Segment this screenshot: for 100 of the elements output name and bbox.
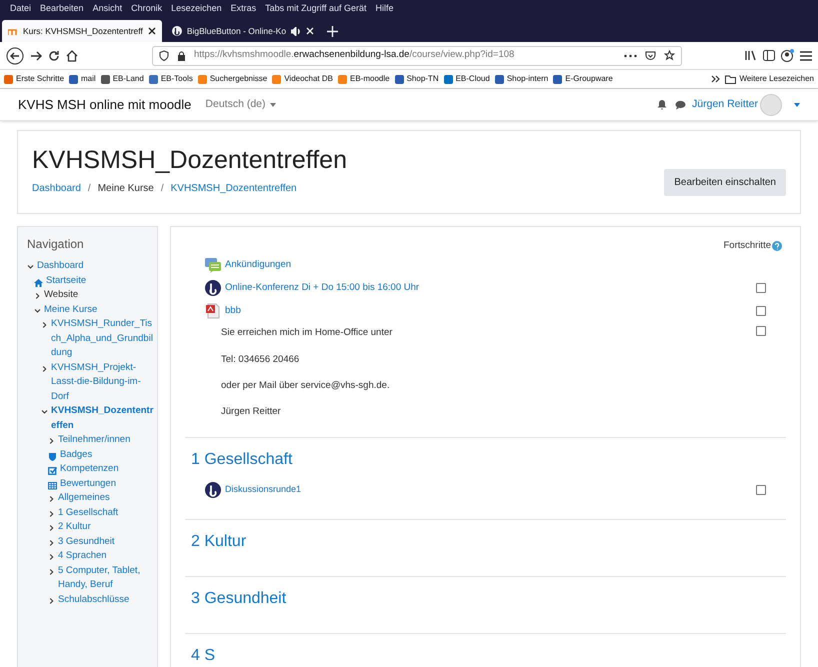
- menu-item[interactable]: Tabs mit Zugriff auf Gerät: [265, 2, 367, 16]
- chevron-icon[interactable]: [48, 437, 55, 445]
- chevron-icon[interactable]: [48, 495, 55, 503]
- nav-item[interactable]: KVHSMSH_Projekt-Lasst-die-Bildung-im-Dorf: [51, 360, 155, 404]
- home-icon[interactable]: [66, 50, 78, 62]
- bookmark[interactable]: E-Groupware: [553, 73, 613, 85]
- browser-tab[interactable]: Kurs: KVHSMSH_Dozententreff: [2, 20, 162, 42]
- forward-icon[interactable]: [30, 50, 42, 62]
- menu-item[interactable]: Hilfe: [376, 2, 394, 16]
- bookmark[interactable]: Shop-TN: [394, 73, 439, 85]
- star-icon[interactable]: [664, 50, 675, 61]
- chevron-icon[interactable]: [48, 524, 55, 532]
- nav-item[interactable]: KVHSMSH_Dozententreffen: [51, 404, 155, 433]
- section-title[interactable]: 4 S: [191, 646, 786, 666]
- bookmark-icon: [272, 74, 282, 84]
- bookmark[interactable]: EB-Land: [100, 73, 144, 85]
- shield-icon: [48, 452, 57, 462]
- nav-item[interactable]: 5 Computer, Tablet, Handy, Beruf: [58, 564, 155, 592]
- breadcrumb-link[interactable]: KVHSMSH_Dozententreffen: [170, 181, 297, 196]
- bookmark[interactable]: EB-moodle: [338, 73, 390, 85]
- nav-item[interactable]: Kompetenzen: [60, 462, 155, 476]
- menu-item[interactable]: Lesezeichen: [171, 2, 222, 16]
- section-title[interactable]: 2 Kultur: [191, 532, 786, 552]
- chat-icon[interactable]: [675, 100, 686, 110]
- account-icon[interactable]: [781, 49, 794, 62]
- nav-item[interactable]: KVHSMSH_Runder_Tisch_Alpha_und_Grundbildung: [51, 317, 155, 360]
- nav-item[interactable]: Startseite: [46, 274, 155, 288]
- completion-checkbox[interactable]: [756, 282, 766, 293]
- nav-item[interactable]: 1 Gesellschaft: [58, 506, 155, 520]
- user-menu[interactable]: Jürgen Reitter: [692, 96, 758, 112]
- checkbox-icon: [48, 466, 57, 476]
- url-text: https://kvhsmshmoodle.erwachsenenbildung-lsa.de/course/view.php?id=108: [194, 48, 514, 62]
- activity-link[interactable]: Diskussionsrunde1: [225, 483, 302, 496]
- nav-item[interactable]: Schulabschlüsse: [58, 592, 155, 607]
- pocket-icon[interactable]: [645, 50, 656, 61]
- sidebar-icon[interactable]: [763, 50, 775, 61]
- completion-checkbox[interactable]: [756, 326, 766, 336]
- chevrons-icon[interactable]: [711, 75, 720, 83]
- nav-item[interactable]: 4 Sprachen: [58, 549, 155, 564]
- nav-item[interactable]: Allgemeines: [58, 491, 155, 506]
- address-bar[interactable]: https://kvhsmshmoodle.erwachsenenbildung-lsa.de/course/view.php?id=108: [152, 46, 682, 66]
- activity-link[interactable]: Online-Konferenz Di + Do 15:00 bis 16:00 Uhr: [225, 280, 420, 295]
- moodle-icon: [8, 27, 18, 35]
- nav-item[interactable]: Meine Kurse: [44, 302, 155, 317]
- bookmark[interactable]: EB-Cloud: [444, 73, 490, 85]
- chevron-icon[interactable]: [41, 364, 48, 372]
- nav-item[interactable]: Website: [44, 288, 155, 302]
- edit-mode-button[interactable]: Bearbeiten einschalten: [664, 169, 786, 196]
- bell-icon[interactable]: [657, 99, 668, 110]
- nav-item[interactable]: Bewertungen: [60, 476, 155, 491]
- library-icon[interactable]: [745, 50, 757, 61]
- chevron-icon[interactable]: [41, 321, 48, 329]
- menu-item[interactable]: Datei: [10, 2, 32, 16]
- bookmark[interactable]: Suchergebnisse: [198, 73, 268, 85]
- reload-icon[interactable]: [48, 50, 60, 62]
- bookmark[interactable]: Shop-intern: [494, 73, 548, 85]
- bookmark[interactable]: Erste Schritte: [4, 73, 64, 85]
- chevron-icon[interactable]: [41, 408, 48, 416]
- breadcrumb-link[interactable]: Dashboard: [32, 181, 81, 196]
- section-title[interactable]: 3 Gesundheit: [191, 589, 786, 610]
- chevron-icon[interactable]: [48, 596, 55, 604]
- language-menu[interactable]: Deutsch (de): [205, 96, 276, 112]
- menu-item[interactable]: Chronik: [131, 2, 162, 16]
- folder-icon: [725, 74, 736, 84]
- back-icon[interactable]: [6, 46, 24, 64]
- label-text: oder per Mail über service@vhs-sgh.de.: [221, 378, 391, 393]
- section-title[interactable]: 1 Gesellschaft: [191, 450, 786, 470]
- new-tab-icon[interactable]: [327, 26, 338, 37]
- bookmark[interactable]: Videochat DB: [272, 73, 333, 85]
- caret-icon[interactable]: [794, 102, 800, 106]
- breadcrumb-separator: /: [160, 182, 165, 196]
- more-icon[interactable]: [623, 54, 637, 58]
- menu-item[interactable]: Extras: [230, 2, 256, 16]
- menu-item[interactable]: Ansicht: [92, 2, 122, 16]
- tab-title: Kurs: KVHSMSH_Dozententreff: [23, 24, 143, 38]
- activity-link[interactable]: Ankündigungen: [225, 258, 292, 272]
- chevron-icon[interactable]: [48, 510, 55, 518]
- bookmark[interactable]: EB-Tools: [148, 73, 193, 85]
- completion-checkbox[interactable]: [756, 306, 766, 316]
- activity-link[interactable]: bbb: [225, 304, 241, 318]
- chevron-icon[interactable]: [48, 538, 55, 546]
- close-icon[interactable]: [148, 27, 156, 35]
- nav-item[interactable]: Teilnehmer/innen: [58, 433, 155, 448]
- menu-item[interactable]: Bearbeiten: [40, 2, 84, 16]
- completion-checkbox[interactable]: [756, 484, 766, 495]
- help-icon[interactable]: [772, 241, 782, 252]
- nav-item[interactable]: Dashboard: [37, 259, 155, 274]
- site-name[interactable]: KVHS MSH online mit moodle: [18, 94, 192, 114]
- bookmark[interactable]: mail: [69, 73, 96, 85]
- browser-tab[interactable]: BigBlueButton - Online-Ko: [166, 20, 320, 42]
- menu-icon[interactable]: [800, 50, 812, 60]
- nav-item[interactable]: Badges: [60, 448, 155, 462]
- bookmarks-folder[interactable]: Weitere Lesezeichen: [725, 73, 814, 85]
- chevron-icon[interactable]: [34, 292, 41, 300]
- chevron-icon[interactable]: [48, 568, 55, 576]
- chevron-icon[interactable]: [48, 553, 55, 561]
- chevron-icon[interactable]: [34, 306, 41, 314]
- nav-item[interactable]: 3 Gesundheit: [58, 534, 155, 549]
- nav-item[interactable]: 2 Kultur: [58, 520, 155, 534]
- chevron-icon[interactable]: [27, 263, 34, 271]
